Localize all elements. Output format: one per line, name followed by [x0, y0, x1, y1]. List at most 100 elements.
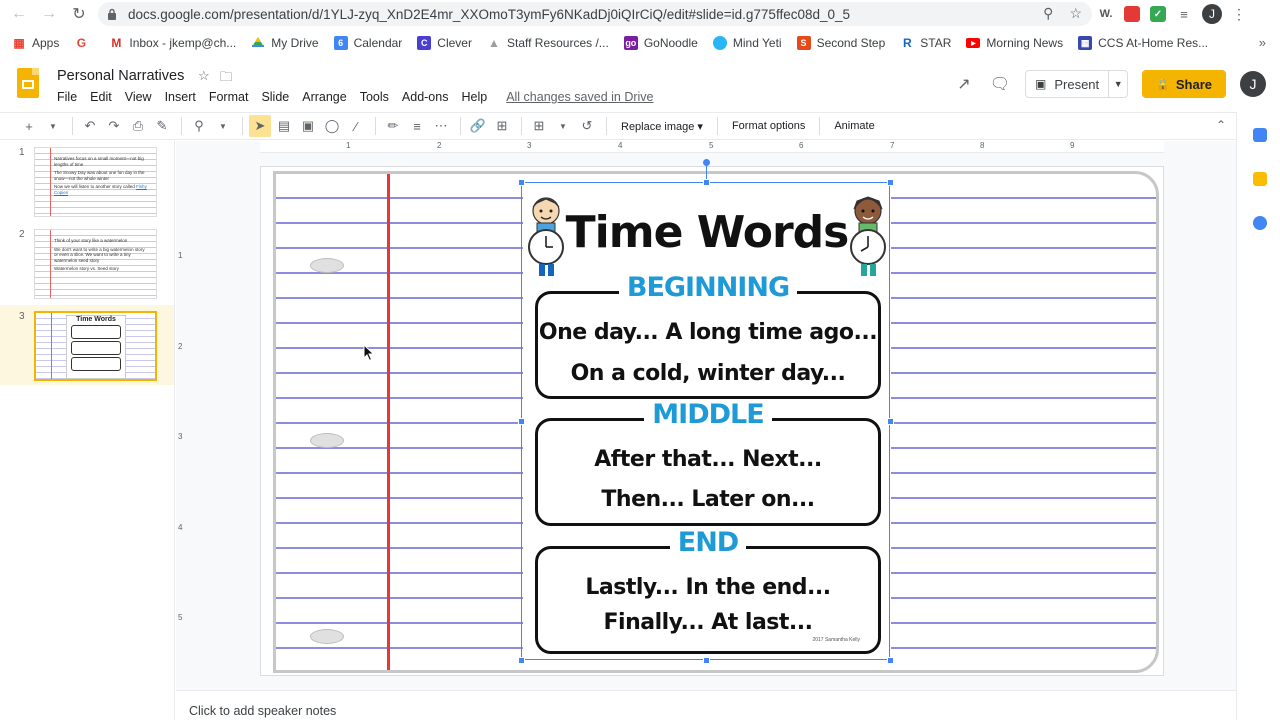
bookmark-gonoodle[interactable]: go GoNoodle — [623, 36, 698, 50]
bookmark-second-step[interactable]: S Second Step — [796, 36, 885, 50]
section-heading: BEGINNING — [538, 272, 878, 303]
bookmark-star[interactable]: R STAR — [900, 36, 951, 50]
bookmark-apps[interactable]: ▦ Apps — [12, 36, 59, 50]
shape-icon[interactable]: ◯ — [321, 115, 343, 137]
profile-avatar[interactable]: J — [1202, 4, 1222, 24]
border-weight-icon[interactable]: ≡ — [406, 115, 428, 137]
reset-image-icon[interactable]: ↺ — [576, 115, 598, 137]
slides-logo-icon[interactable] — [17, 68, 39, 98]
save-status-link[interactable]: All changes saved in Drive — [506, 90, 653, 104]
menu-file[interactable]: File — [57, 90, 77, 104]
reading-list-icon[interactable]: ≡ — [1176, 6, 1192, 22]
new-slide-dropdown-icon[interactable]: ▼ — [42, 115, 64, 137]
resize-handle[interactable] — [703, 179, 710, 186]
present-button[interactable]: ▣ Present ▼ — [1025, 70, 1129, 98]
bookmark-clever[interactable]: C Clever — [417, 36, 472, 50]
menu-help[interactable]: Help — [461, 90, 487, 104]
slide-thumbnail-row[interactable]: 2 Think of your story like a watermelon … — [0, 223, 174, 299]
bookmark-inbox[interactable]: M Inbox - jkemp@ch... — [109, 36, 236, 50]
zoom-icon[interactable]: ⚲ — [188, 115, 210, 137]
forward-arrow-icon[interactable]: → — [38, 3, 60, 25]
redo-icon[interactable]: ↷ — [103, 115, 125, 137]
animate-button[interactable]: Animate — [834, 120, 874, 132]
format-options-button[interactable]: Format options — [732, 120, 805, 132]
staff-icon: ▲ — [488, 36, 500, 50]
menu-format[interactable]: Format — [209, 90, 249, 104]
undo-icon[interactable]: ↶ — [79, 115, 101, 137]
share-button[interactable]: 🔒 Share — [1142, 70, 1226, 98]
resize-handle[interactable] — [703, 657, 710, 664]
reload-icon[interactable]: ↻ — [68, 3, 90, 25]
bookmark-my-drive[interactable]: My Drive — [251, 36, 319, 50]
move-folder-icon[interactable]: 🗀 — [220, 68, 233, 90]
collapse-toolbar-icon[interactable]: ⌃ — [1216, 118, 1226, 132]
tasks-addon-icon[interactable] — [1253, 216, 1267, 230]
new-slide-icon[interactable]: + — [18, 115, 40, 137]
paint-format-icon[interactable]: ✎ — [151, 115, 173, 137]
resize-handle[interactable] — [518, 179, 525, 186]
comments-icon[interactable]: 🗨 — [989, 73, 1011, 95]
time-words-poster-image[interactable]: Time Words BEGINNING One day... A long t… — [523, 183, 891, 661]
bookmark-morning-news[interactable]: ▶ Morning News — [966, 36, 1063, 50]
calendar-addon-icon[interactable] — [1253, 128, 1267, 142]
resize-handle[interactable] — [887, 179, 894, 186]
present-dropdown-icon[interactable]: ▼ — [1109, 79, 1127, 89]
menu-add-ons[interactable]: Add-ons — [402, 90, 449, 104]
menu-arrange[interactable]: Arrange — [302, 90, 346, 104]
slide-thumbnail[interactable]: Time Words — [34, 311, 157, 381]
speaker-notes-field[interactable]: Click to add speaker notes — [189, 704, 336, 718]
bookmark-google[interactable]: G — [74, 36, 94, 50]
line-icon[interactable]: ∕ — [345, 115, 367, 137]
insert-link-icon[interactable]: 🔗 — [467, 115, 489, 137]
notes-divider[interactable] — [176, 690, 1236, 691]
more-bookmarks-icon[interactable]: » — [1259, 35, 1266, 50]
print-icon[interactable]: ⎙ — [127, 115, 149, 137]
slide-thumbnail-row[interactable]: 1 Narratives focus on a small moment—not… — [0, 141, 174, 217]
star-icon[interactable]: ☆ — [198, 68, 210, 90]
zoom-icon[interactable]: ⚲ — [1043, 5, 1053, 22]
resize-handle[interactable] — [518, 418, 525, 425]
vertical-ruler[interactable]: 1 2 3 4 5 — [176, 153, 188, 690]
time-word-line: Then... Later on... — [601, 487, 815, 512]
resize-handle[interactable] — [887, 657, 894, 664]
menu-view[interactable]: View — [125, 90, 152, 104]
replace-image-button[interactable]: Replace image ▾ — [621, 120, 703, 133]
wordtune-extension-icon[interactable]: W. — [1098, 6, 1114, 22]
back-arrow-icon[interactable]: ← — [8, 3, 30, 25]
add-comment-icon[interactable]: ⊞ — [491, 115, 513, 137]
bookmark-ccs[interactable]: ▦ CCS At-Home Res... — [1078, 36, 1208, 50]
extension-icon[interactable] — [1124, 6, 1140, 22]
checklist-extension-icon[interactable]: ✓ — [1150, 6, 1166, 22]
account-avatar[interactable]: J — [1240, 71, 1266, 97]
keep-addon-icon[interactable] — [1253, 172, 1267, 186]
mask-image-dropdown-icon[interactable]: ▼ — [552, 115, 574, 137]
menu-insert[interactable]: Insert — [165, 90, 196, 104]
section-heading: MIDDLE — [538, 399, 878, 430]
crop-icon[interactable]: ⊞ — [528, 115, 550, 137]
bookmark-star-icon[interactable]: ☆ — [1069, 5, 1082, 22]
select-pointer-icon[interactable]: ➤ — [249, 115, 271, 137]
slide-thumbnail[interactable]: Think of your story like a watermelon We… — [34, 229, 157, 299]
horizontal-ruler[interactable]: 1 2 3 4 5 6 7 8 9 — [260, 141, 1164, 153]
menu-tools[interactable]: Tools — [360, 90, 389, 104]
border-color-icon[interactable]: ✏ — [382, 115, 404, 137]
bookmark-calendar[interactable]: 6 Calendar — [333, 36, 402, 50]
activity-trend-icon[interactable]: ↗ — [953, 73, 975, 95]
image-icon[interactable]: ▣ — [297, 115, 319, 137]
slide-thumbnail-row[interactable]: 3 Time Words — [0, 305, 174, 385]
bookmark-mind-yeti[interactable]: Mind Yeti — [712, 36, 782, 50]
address-bar[interactable]: docs.google.com/presentation/d/1YLJ-zyq_… — [98, 2, 1092, 26]
menu-slide[interactable]: Slide — [261, 90, 289, 104]
resize-handle[interactable] — [887, 418, 894, 425]
zoom-dropdown-icon[interactable]: ▼ — [212, 115, 234, 137]
document-title[interactable]: Personal Narratives — [57, 68, 184, 84]
border-dash-icon[interactable]: ⋯ — [430, 115, 452, 137]
text-box-icon[interactable]: ▤ — [273, 115, 295, 137]
bookmark-staff-resources[interactable]: ▲ Staff Resources /... — [487, 36, 609, 50]
rotation-handle[interactable] — [703, 159, 710, 166]
slide-thumbnail[interactable]: Narratives focus on a small moment—not b… — [34, 147, 157, 217]
resize-handle[interactable] — [518, 657, 525, 664]
browser-menu-icon[interactable]: ⋮ — [1232, 6, 1246, 23]
menu-edit[interactable]: Edit — [90, 90, 112, 104]
current-slide[interactable]: Time Words BEGINNING One day... A long t… — [260, 166, 1164, 676]
